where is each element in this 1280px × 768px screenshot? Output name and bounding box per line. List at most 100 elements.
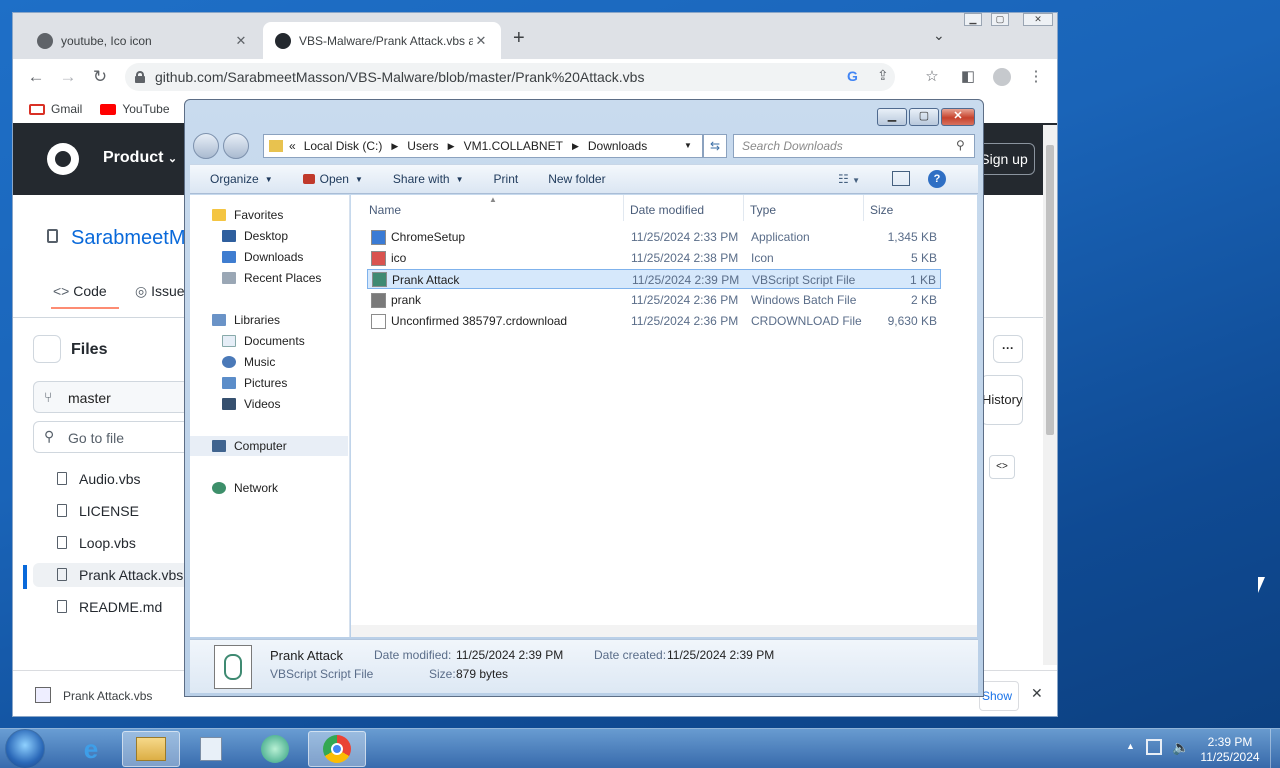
tab-code[interactable]: <> Code	[53, 283, 107, 299]
github-logo-icon[interactable]	[47, 143, 79, 175]
more-options-button[interactable]: ···	[993, 335, 1023, 363]
file-name: Audio.vbs	[79, 471, 141, 487]
tab-vbs-malware[interactable]: VBS-Malware/Prank Attack.vbs at ✕	[263, 22, 501, 59]
code-view-icon[interactable]: <>	[989, 455, 1015, 479]
nav-network[interactable]: Network	[190, 478, 348, 498]
share-with-button[interactable]: Share with ▼	[393, 172, 464, 186]
refresh-icon[interactable]: ⇆	[703, 134, 727, 158]
file-row[interactable]: ico 11/25/2024 2:38 PM Icon 5 KB	[367, 248, 941, 268]
explorer-address-bar[interactable]: « Local Disk (C:) ▶ Users ▶ VM1.COLLABNE…	[263, 134, 703, 158]
back-icon[interactable]	[193, 133, 219, 159]
lock-icon	[135, 71, 145, 83]
close-download-bar-icon[interactable]: ✕	[1031, 685, 1043, 702]
google-lens-icon[interactable]: G	[847, 68, 858, 84]
breadcrumb-users[interactable]: Users	[407, 139, 438, 153]
network-tray-icon[interactable]	[1146, 739, 1162, 755]
file-row[interactable]: prank 11/25/2024 2:36 PM Windows Batch Fil…	[367, 290, 941, 310]
taskbar-internet-explorer[interactable]: e	[62, 731, 120, 767]
file-tree-item[interactable]: LICENSE	[33, 499, 193, 523]
product-menu[interactable]: Product ⌄	[103, 149, 177, 167]
start-button[interactable]	[5, 729, 45, 768]
nav-documents[interactable]: Documents	[190, 331, 348, 351]
taskbar-file-explorer[interactable]	[122, 731, 180, 767]
scrollbar-thumb[interactable]	[1046, 145, 1054, 435]
taskbar-chrome[interactable]	[308, 731, 366, 767]
file-tree-item[interactable]: Prank Attack.vbs	[33, 563, 193, 587]
bookmark-youtube[interactable]: YouTube	[100, 102, 170, 116]
column-type[interactable]: Type	[750, 203, 776, 217]
minimize-button[interactable]: ▁	[877, 108, 907, 126]
tab-close-icon[interactable]: ✕	[233, 33, 249, 49]
taskbar-media-player[interactable]	[182, 731, 240, 767]
nav-recent-places[interactable]: Recent Places	[190, 268, 348, 288]
file-tree-item[interactable]: Audio.vbs	[33, 467, 193, 491]
print-button[interactable]: Print	[494, 172, 519, 186]
column-date-modified[interactable]: Date modified	[630, 203, 704, 217]
maximize-button[interactable]: ▢	[991, 13, 1009, 26]
nav-music[interactable]: Music	[190, 352, 348, 372]
branch-selector[interactable]: ⑂ master	[33, 381, 193, 413]
bookmark-gmail[interactable]: Gmail	[29, 102, 82, 116]
nav-computer[interactable]: Computer	[190, 436, 348, 456]
nav-pictures[interactable]: Pictures	[190, 373, 348, 393]
download-file-name[interactable]: Prank Attack.vbs	[63, 689, 152, 703]
horizontal-scrollbar[interactable]	[351, 625, 977, 637]
file-row[interactable]: ChromeSetup 11/25/2024 2:33 PM Application…	[367, 227, 941, 247]
menu-icon[interactable]: ⋮	[1025, 66, 1047, 88]
open-button[interactable]: Open ▼	[302, 172, 363, 186]
show-hidden-icons[interactable]: ▲	[1126, 741, 1135, 751]
minimize-button[interactable]: ▁	[964, 13, 982, 26]
column-size[interactable]: Size	[870, 203, 893, 217]
breadcrumb-downloads[interactable]: Downloads	[588, 139, 647, 153]
side-panel-icon[interactable]: ◧	[957, 66, 979, 88]
music-icon	[222, 356, 236, 368]
forward-icon[interactable]	[223, 133, 249, 159]
maximize-button[interactable]: ▢	[909, 108, 939, 126]
close-button[interactable]: ✕	[1023, 13, 1053, 26]
column-name[interactable]: Name	[369, 203, 401, 217]
breadcrumb-local-disk[interactable]: Local Disk (C:)	[304, 139, 383, 153]
new-folder-button[interactable]: New folder	[548, 172, 605, 186]
help-icon[interactable]: ?	[928, 170, 946, 188]
preview-pane-icon[interactable]	[892, 171, 910, 186]
column-divider	[743, 195, 744, 221]
organize-button[interactable]: Organize ▼	[210, 172, 273, 186]
nav-favorites[interactable]: Favorites	[190, 205, 348, 225]
tab-close-icon[interactable]: ✕	[473, 33, 489, 49]
breadcrumb-user[interactable]: VM1.COLLABNET	[464, 139, 563, 153]
file-tree-item[interactable]: README.md	[33, 595, 193, 619]
volume-muted-icon[interactable]: 🔈	[1172, 739, 1189, 756]
nav-libraries[interactable]: Libraries	[190, 310, 348, 330]
bookmark-star-icon[interactable]: ☆	[921, 66, 943, 88]
show-all-label: Show all	[981, 689, 1012, 703]
nav-videos[interactable]: Videos	[190, 394, 348, 414]
show-desktop-button[interactable]	[1270, 729, 1280, 768]
go-to-file-input[interactable]: ⚲ Go to file	[33, 421, 193, 453]
reload-icon[interactable]: ↻	[89, 66, 111, 88]
address-dropdown-icon[interactable]: ▼	[684, 141, 692, 150]
history-button[interactable]: History	[981, 375, 1023, 425]
view-options-icon[interactable]: ☷ ▼	[838, 172, 860, 186]
close-button[interactable]: ✕	[941, 108, 975, 126]
nav-downloads[interactable]: Downloads	[190, 247, 348, 267]
share-icon[interactable]: ⇪	[877, 67, 889, 84]
show-all-button[interactable]: Show all	[979, 681, 1019, 711]
page-scrollbar[interactable]	[1043, 125, 1057, 665]
clock[interactable]: 2:39 PM 11/25/2024	[1190, 735, 1270, 765]
address-bar[interactable]: github.com/SarabmeetMasson/VBS-Malware/b…	[125, 63, 895, 91]
profile-icon[interactable]	[991, 66, 1013, 88]
new-tab-button[interactable]: +	[513, 27, 525, 50]
clock-date: 11/25/2024	[1200, 750, 1260, 764]
sidebar-toggle-icon[interactable]	[33, 335, 61, 363]
search-downloads-input[interactable]: Search Downloads ⚲	[733, 134, 975, 158]
file-row[interactable]: Prank Attack 11/25/2024 2:39 PM VBScript S…	[367, 269, 941, 289]
file-row[interactable]: Unconfirmed 385797.crdownload 11/25/2024 …	[367, 311, 941, 331]
back-icon[interactable]: ←	[25, 66, 47, 88]
tab-search-button[interactable]: ⌄	[933, 27, 945, 44]
nav-label: Favorites	[234, 208, 284, 222]
forward-icon[interactable]: →	[57, 66, 79, 88]
taskbar-app[interactable]	[246, 731, 304, 767]
tab-youtube-ico[interactable]: youtube, Ico icon ✕	[25, 22, 261, 59]
file-tree-item[interactable]: Loop.vbs	[33, 531, 193, 555]
nav-desktop[interactable]: Desktop	[190, 226, 348, 246]
